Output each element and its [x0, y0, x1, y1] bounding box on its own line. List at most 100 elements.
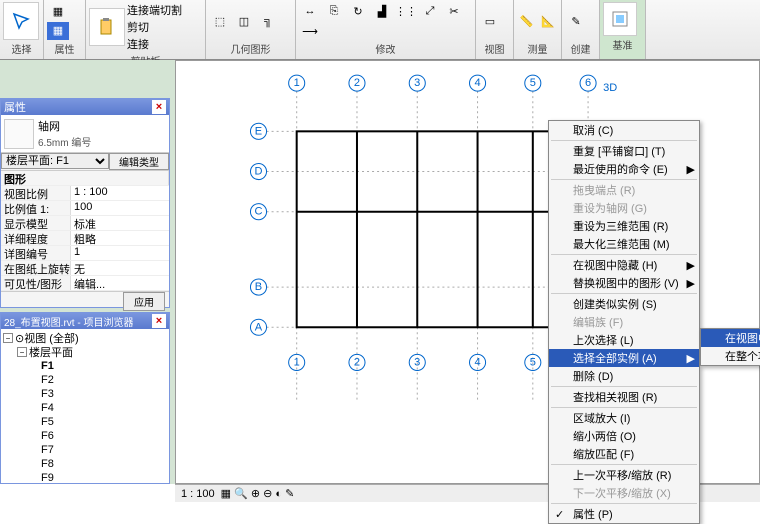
property-grid[interactable]: 图形 视图比例1 : 100比例值 1:100显示模型标准详细程度粗略详图编号1… [1, 171, 169, 291]
ctx-item[interactable]: 区域放大 (I) [549, 409, 699, 427]
tree-item[interactable]: F3 [3, 387, 167, 401]
scope-btn[interactable] [603, 2, 637, 36]
prop-val[interactable]: 1 [71, 246, 169, 260]
svg-text:E: E [255, 125, 262, 137]
tree-item[interactable]: F5 [3, 415, 167, 429]
apply-btn[interactable]: 应用 [123, 292, 165, 311]
svg-text:3: 3 [414, 356, 420, 368]
type-name: 轴网 [38, 118, 91, 134]
prop-key: 详细程度 [1, 231, 71, 245]
geo2[interactable]: ◫ [233, 12, 255, 30]
context-submenu: 在视图中可见 (V)在整个项目中 (E) [700, 328, 760, 366]
ctx-item[interactable]: 缩小两倍 (O) [549, 427, 699, 445]
prop-val[interactable]: 粗略 [71, 231, 169, 245]
paste-btn[interactable] [89, 8, 125, 46]
props-btn2[interactable]: ▦ [47, 22, 69, 40]
ctx-item[interactable]: 重设为三维范围 (R) [549, 217, 699, 235]
ctx-item[interactable]: 查找相关视图 (R) [549, 388, 699, 406]
prop-key: 详图编号 [1, 246, 71, 260]
ctx-item[interactable]: 缩放匹配 (F) [549, 445, 699, 463]
ctx-item[interactable]: ✓属性 (P) [549, 505, 699, 523]
modify-tool[interactable] [3, 2, 39, 40]
tree-item[interactable]: F1 [3, 359, 167, 373]
svg-text:2: 2 [354, 356, 360, 368]
meas2[interactable]: 📐 [539, 12, 559, 30]
ctx-item: 编辑族 (F) [549, 313, 699, 331]
close-browser[interactable]: × [152, 314, 166, 328]
section-hdr: 图形 [1, 171, 169, 185]
create-btn[interactable]: ✎ [565, 12, 587, 30]
grp-create: 创建 [565, 40, 596, 57]
tree-item[interactable]: F8 [3, 457, 167, 471]
context-menu: 取消 (C)重复 [平铺窗口] (T)最近使用的命令 (E)▶拖曳端点 (R)重… [548, 120, 700, 524]
svg-text:1: 1 [294, 77, 300, 89]
close-props[interactable]: × [152, 100, 166, 114]
mod-trim[interactable]: ✂ [443, 2, 465, 20]
svg-text:5: 5 [530, 77, 536, 89]
ctx-item[interactable]: 创建类似实例 (S) [549, 295, 699, 313]
mod-mir[interactable]: ▟ [371, 2, 393, 20]
prop-val[interactable]: 100 [71, 201, 169, 215]
ctx-item[interactable]: 选择全部实例 (A)▶ [549, 349, 699, 367]
mod-arr[interactable]: ⋮⋮ [395, 2, 417, 20]
type-sub: 6.5mm 编号 [38, 134, 91, 149]
ctx-sub-item[interactable]: 在视图中可见 (V) [701, 329, 760, 347]
ctx-item[interactable]: 上次选择 (L) [549, 331, 699, 349]
ctx-item[interactable]: 在视图中隐藏 (H)▶ [549, 256, 699, 274]
join-label[interactable]: 连接 [127, 36, 182, 52]
grp-geom: 几何图形 [209, 40, 292, 57]
scale-display[interactable]: 1 : 100 [181, 488, 215, 500]
mod-ext[interactable]: ⟶ [299, 22, 321, 40]
prop-val[interactable]: 1 : 100 [71, 186, 169, 200]
tree-item[interactable]: F6 [3, 429, 167, 443]
view-btn[interactable]: ▭ [479, 12, 501, 30]
ctx-item: 下一次平移/缩放 (X) [549, 484, 699, 502]
type-thumb [4, 119, 34, 149]
props-btn[interactable]: ▦ [47, 3, 69, 21]
ctx-sub-item[interactable]: 在整个项目中 (E) [701, 347, 760, 365]
tree-item[interactable]: F9 [3, 471, 167, 483]
ctx-item[interactable]: 替换视图中的图形 (V)▶ [549, 274, 699, 292]
edit-type-btn[interactable]: 编辑类型 [109, 153, 169, 170]
geo1[interactable]: ⬚ [209, 12, 231, 30]
tree-item[interactable]: F2 [3, 373, 167, 387]
svg-text:5: 5 [530, 356, 536, 368]
geo3[interactable]: ╗ [257, 12, 279, 30]
prop-val[interactable]: 无 [71, 261, 169, 275]
svg-text:4: 4 [474, 77, 480, 89]
tree-cat[interactable]: −楼层平面 [3, 345, 167, 359]
svg-text:2: 2 [354, 77, 360, 89]
prop-key: 显示模型 [1, 216, 71, 230]
threed-label: 3D [603, 82, 617, 94]
mod-move[interactable]: ↔ [299, 2, 321, 20]
grp-props: 属性 [47, 40, 82, 57]
tree-item[interactable]: F7 [3, 443, 167, 457]
ctx-item[interactable]: 上一次平移/缩放 (R) [549, 466, 699, 484]
prop-key: 在图纸上旋转 [1, 261, 71, 275]
prop-key: 视图比例 [1, 186, 71, 200]
grp-select: 选择 [3, 40, 40, 57]
ctx-item[interactable]: 最近使用的命令 (E)▶ [549, 160, 699, 178]
prop-val[interactable]: 标准 [71, 216, 169, 230]
tree-item[interactable]: F4 [3, 401, 167, 415]
svg-text:D: D [255, 166, 263, 178]
meas1[interactable]: 📏 [517, 12, 537, 30]
cut-label[interactable]: 剪切 [127, 19, 182, 35]
svg-text:A: A [255, 321, 263, 333]
cut-join-label[interactable]: 连接端切割 [127, 2, 182, 18]
prop-key: 可见性/图形替换 [1, 276, 71, 290]
properties-panel: 属性× 轴网6.5mm 编号 楼层平面: F1 编辑类型 图形 视图比例1 : … [0, 98, 170, 308]
prop-val[interactable]: 编辑... [71, 276, 169, 290]
ctx-item[interactable]: 最大化三维范围 (M) [549, 235, 699, 253]
ctx-item[interactable]: 重复 [平铺窗口] (T) [549, 142, 699, 160]
ctx-item[interactable]: 取消 (C) [549, 121, 699, 139]
svg-text:6: 6 [585, 77, 591, 89]
mod-scl[interactable]: ⤢ [419, 2, 441, 20]
mod-rot[interactable]: ↻ [347, 2, 369, 20]
svg-text:B: B [255, 281, 262, 293]
view-selector[interactable]: 楼层平面: F1 [1, 153, 109, 169]
tree-root[interactable]: −⊙ 视图 (全部) [3, 331, 167, 345]
ctx-item[interactable]: 删除 (D) [549, 367, 699, 385]
mod-copy[interactable]: ⎘ [323, 2, 345, 20]
grp-measure: 测量 [517, 40, 558, 57]
